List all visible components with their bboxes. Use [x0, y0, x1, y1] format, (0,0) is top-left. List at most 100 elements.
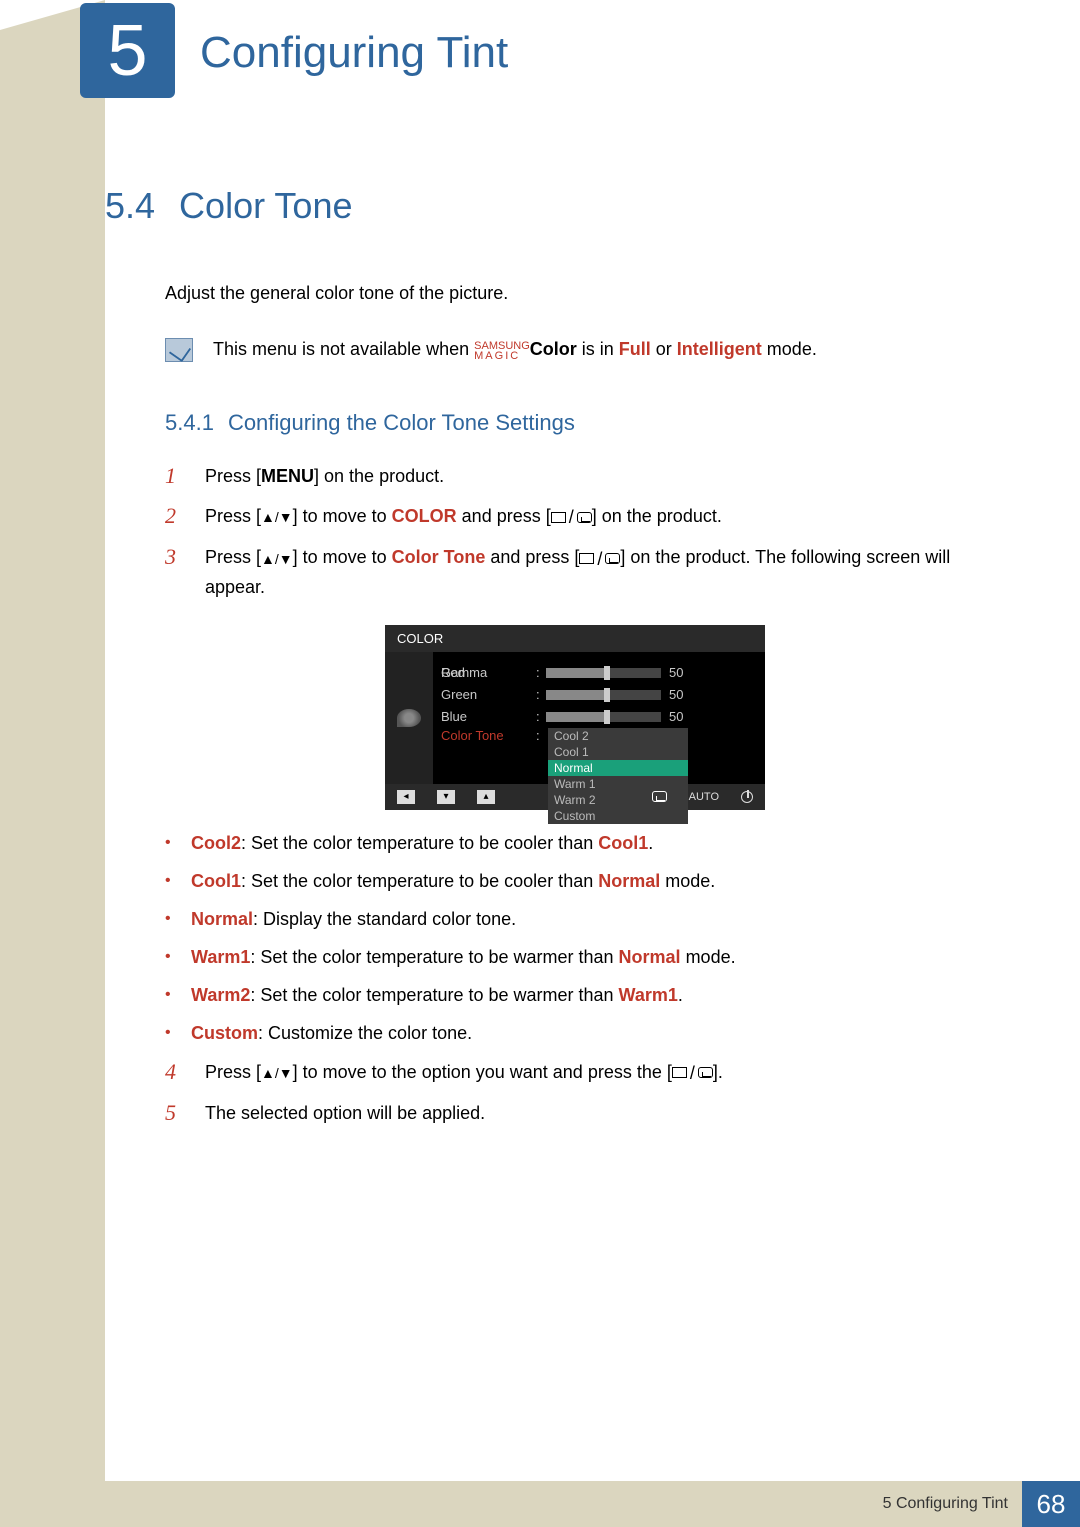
steps-list: 1 Press [MENU] on the product. 2 Press [… [165, 462, 985, 601]
step-text: Press [▲/▼] to move to the option you wa… [205, 1058, 723, 1087]
t: ] to move to [293, 547, 392, 567]
osd-option: Custom [548, 808, 688, 824]
osd-body: Red: 50 Green: 50 Blue: 50 [385, 652, 765, 784]
osd-value: 50 [669, 687, 683, 702]
t: Press [ [205, 466, 261, 486]
osd-label: Green [441, 687, 536, 702]
k: Cool1 [191, 871, 241, 891]
t: : Set the color temperature to be warmer… [250, 947, 618, 967]
bullet-icon: • [165, 830, 175, 856]
bullet-normal: • Normal: Display the standard color tone… [165, 906, 985, 932]
bullet-text: Warm1: Set the color temperature to be w… [191, 944, 736, 970]
full-word: Full [619, 339, 651, 359]
osd-option: Cool 1 [548, 744, 688, 760]
osd-option: Cool 2 [548, 728, 688, 744]
up-down-icon: ▲/▼ [261, 1059, 293, 1087]
color-word: Color [530, 339, 577, 359]
r: Warm1 [619, 985, 678, 1005]
bullet-icon: • [165, 868, 175, 894]
left-strip [0, 0, 105, 1527]
t: and press [ [457, 506, 551, 526]
note-mid: is in [577, 339, 619, 359]
subsection-title: Configuring the Color Tone Settings [228, 410, 575, 435]
page-number: 68 [1022, 1481, 1080, 1527]
bullet-text: Normal: Display the standard color tone. [191, 906, 516, 932]
step-text: Press [MENU] on the product. [205, 462, 444, 490]
footer-crumb: 5 Configuring Tint [105, 1481, 1022, 1527]
note-or: or [651, 339, 677, 359]
step-text: Press [▲/▼] to move to Color Tone and pr… [205, 543, 985, 600]
osd-slider [546, 712, 661, 722]
power-icon [741, 791, 753, 803]
enter-icon: / [579, 545, 620, 573]
t: : Set the color temperature to be cooler… [241, 833, 598, 853]
r: Cool1 [598, 833, 648, 853]
osd-label: Color Tone [441, 728, 536, 743]
k: Warm2 [191, 985, 250, 1005]
step-1: 1 Press [MENU] on the product. [165, 462, 985, 490]
section-header: 5.4 Color Tone [105, 185, 985, 227]
step-3: 3 Press [▲/▼] to move to Color Tone and … [165, 543, 985, 600]
t: Press [ [205, 1062, 261, 1082]
step-number: 3 [165, 543, 183, 600]
up-down-icon: ▲/▼ [261, 545, 293, 573]
t: . [678, 985, 683, 1005]
step-text: The selected option will be applied. [205, 1099, 485, 1127]
magic-word: MAGIC [474, 351, 530, 361]
osd-rows: Red: 50 Green: 50 Blue: 50 [433, 652, 765, 784]
bullet-text: Custom: Customize the color tone. [191, 1020, 472, 1046]
chapter-title: Configuring Tint [200, 28, 508, 78]
step-5: 5 The selected option will be applied. [165, 1099, 985, 1127]
osd-slider [546, 690, 661, 700]
t: ] to move to the option you want and pre… [293, 1062, 672, 1082]
chapter-badge: 5 [80, 3, 175, 98]
bullet-cool1: • Cool1: Set the color temperature to be … [165, 868, 985, 894]
up-key-icon: ▴ [477, 790, 495, 804]
note-post: mode. [762, 339, 817, 359]
osd-slider [546, 668, 661, 678]
t: ] on the product. [314, 466, 444, 486]
t: mode. [681, 947, 736, 967]
colortone-menu: Color Tone [392, 547, 486, 567]
samsung-magic-logo: SAMSUNGMAGIC [474, 341, 530, 361]
up-down-icon: ▲/▼ [261, 503, 293, 531]
bullet-text: Warm2: Set the color temperature to be w… [191, 982, 683, 1008]
bullet-custom: • Custom: Customize the color tone. [165, 1020, 985, 1046]
menu-button-label: MENU [261, 466, 314, 486]
step-text: Press [▲/▼] to move to COLOR and press [… [205, 502, 722, 531]
t: and press [ [485, 547, 579, 567]
note-pre: This menu is not available when [213, 339, 474, 359]
note-icon [165, 338, 193, 362]
osd-label: Blue [441, 709, 536, 724]
subsection-number: 5.4.1 [165, 410, 214, 435]
bullet-icon: • [165, 1020, 175, 1046]
t: ]. [713, 1062, 723, 1082]
t: mode. [660, 871, 715, 891]
step-number: 1 [165, 462, 183, 490]
step-number: 5 [165, 1099, 183, 1127]
r: Normal [619, 947, 681, 967]
note-text: This menu is not available when SAMSUNGM… [213, 339, 817, 360]
t: . [648, 833, 653, 853]
r: Normal [598, 871, 660, 891]
k: Custom [191, 1023, 258, 1043]
t: : Customize the color tone. [258, 1023, 472, 1043]
osd-screenshot: COLOR Red: 50 Green: 50 [385, 625, 765, 810]
intro-text: Adjust the general color tone of the pic… [165, 283, 985, 304]
osd-option: Warm 2 [548, 792, 688, 808]
t: Press [ [205, 506, 261, 526]
osd-value: 50 [669, 665, 683, 680]
steps-list-cont: 4 Press [▲/▼] to move to the option you … [165, 1058, 985, 1127]
osd-option-selected: Normal [548, 760, 688, 776]
osd-icon-col [385, 652, 433, 784]
enter-icon: / [551, 503, 592, 531]
osd-label: Gamma [441, 665, 536, 680]
step-2: 2 Press [▲/▼] to move to COLOR and press… [165, 502, 985, 531]
osd-value: 50 [669, 709, 683, 724]
k: Normal [191, 909, 253, 929]
t: ] to move to [293, 506, 392, 526]
bullet-icon: • [165, 906, 175, 932]
osd-title: COLOR [385, 625, 765, 652]
t: : Set the color temperature to be cooler… [241, 871, 598, 891]
step-4: 4 Press [▲/▼] to move to the option you … [165, 1058, 985, 1087]
